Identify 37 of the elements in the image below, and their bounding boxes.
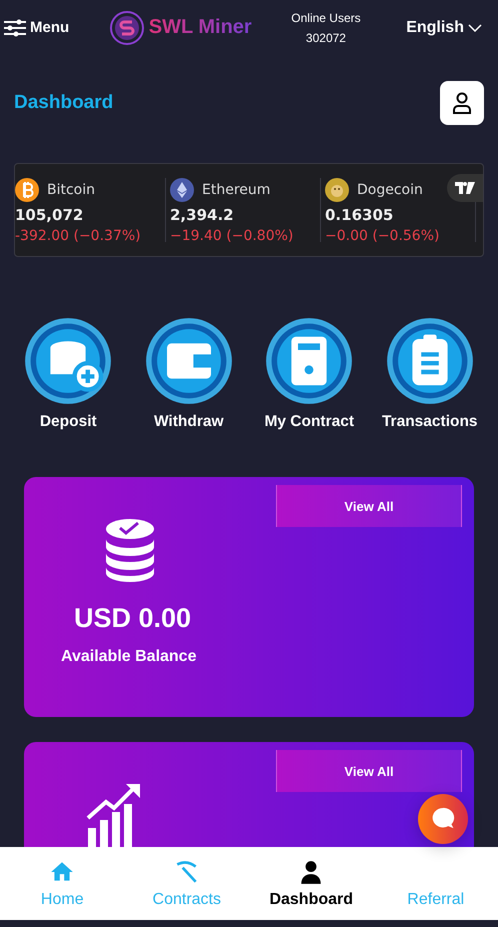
coin-name: Bitcoin	[47, 182, 96, 198]
action-button[interactable]: Transactions	[370, 317, 490, 431]
coin-price: 0.16305	[325, 206, 394, 224]
language-selector[interactable]: English	[400, 18, 488, 38]
logo-icon	[108, 10, 145, 46]
action-button[interactable]: Withdraw	[128, 317, 249, 431]
withdraw-icon	[144, 317, 233, 405]
bitcoin-icon	[15, 178, 39, 202]
contract-icon	[265, 317, 354, 405]
coin-price: 2,394.2	[170, 206, 235, 224]
online-users-label: Online Users	[291, 10, 361, 24]
price-change: -392.00 (−0.37%)	[15, 228, 142, 244]
coin-price: 105,072	[15, 206, 84, 224]
transactions-icon	[386, 317, 474, 405]
coin-name: Dogecoin	[357, 182, 423, 198]
chevron-down-icon	[468, 24, 482, 32]
user-icon	[452, 92, 472, 114]
chart-logo-badge[interactable]	[447, 174, 483, 202]
action-button[interactable]: My Contract	[249, 317, 370, 431]
profile-button[interactable]	[440, 81, 484, 125]
coin-stack-icon	[104, 517, 156, 583]
menu-button[interactable]: Menu	[4, 18, 70, 36]
online-users-count: 302072	[306, 30, 346, 44]
sliders-icon	[4, 18, 26, 36]
price-change: −19.40 (−0.80%)	[170, 228, 294, 244]
dog-coin-icon	[325, 178, 349, 202]
view-all-button[interactable]: View All	[276, 485, 462, 527]
deposit-icon	[24, 317, 112, 405]
balance-caption: Available Balance	[61, 648, 196, 666]
page-title: Dashboard	[14, 92, 114, 114]
action-button[interactable]: Deposit	[8, 317, 128, 431]
ethereum-icon	[170, 178, 194, 202]
coin-name: Ethereum	[202, 182, 270, 198]
nav-tab[interactable]: Dashboard	[249, 847, 374, 920]
view-all-button[interactable]: View All	[276, 750, 462, 792]
price-change: −0.00 (−0.56%)	[325, 228, 440, 244]
balance-amount: USD 0.00	[74, 603, 192, 634]
